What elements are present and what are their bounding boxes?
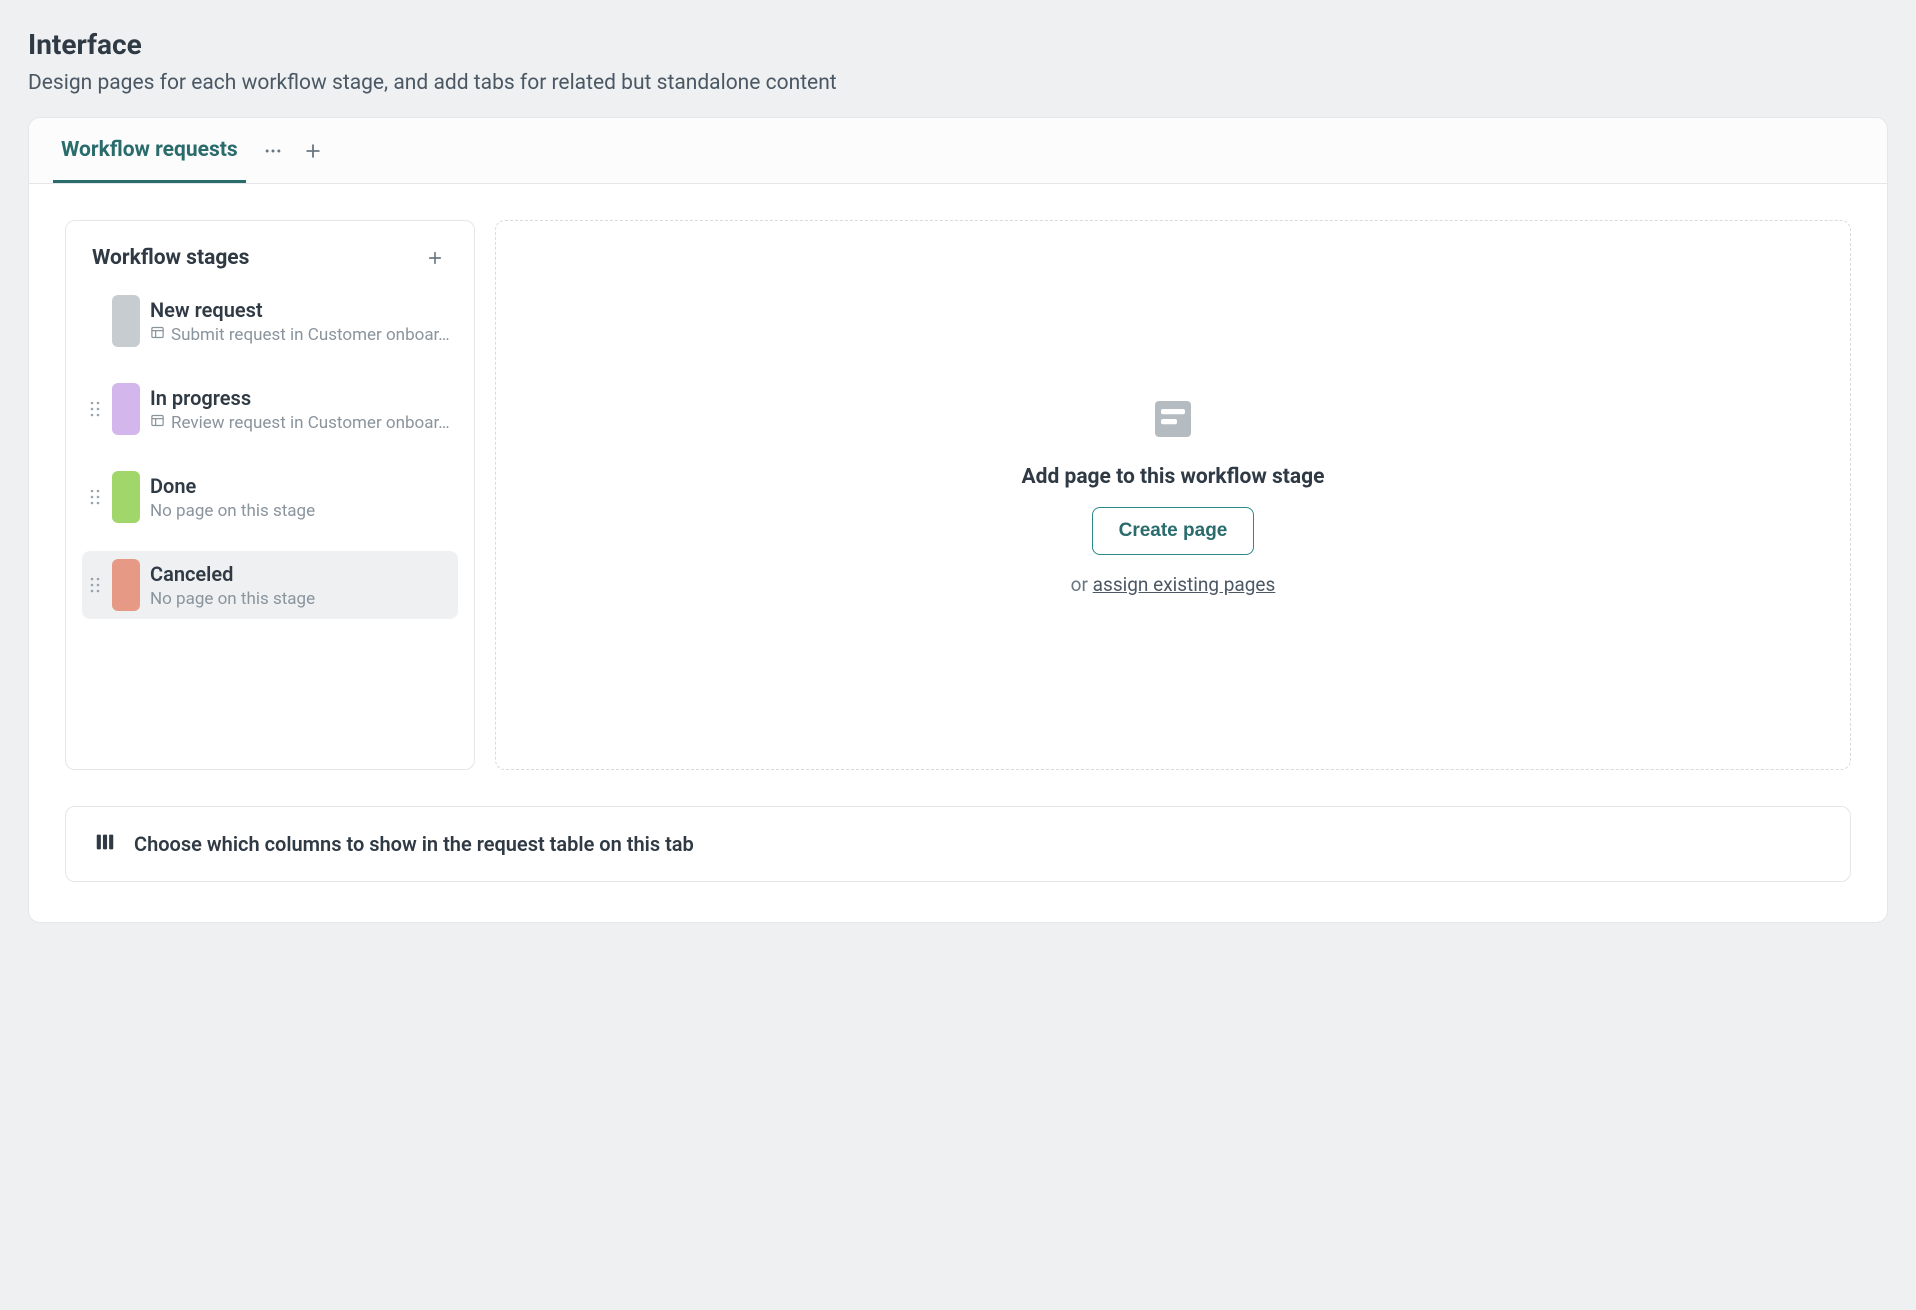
- stages-header: Workflow stages: [82, 245, 458, 287]
- add-tab-button[interactable]: [300, 138, 326, 164]
- stage-subtext: Submit request in Customer onboar…: [150, 325, 452, 345]
- stage-item[interactable]: New requestSubmit request in Customer on…: [82, 287, 458, 355]
- columns-icon: [94, 831, 116, 857]
- stage-detail-panel: Add page to this workflow stage Create p…: [495, 220, 1851, 770]
- form-icon: [150, 413, 165, 433]
- stage-subtext: No page on this stage: [150, 501, 452, 521]
- stage-item[interactable]: DoneNo page on this stage: [82, 463, 458, 531]
- form-icon: [150, 325, 165, 345]
- columns-config-text: Choose which columns to show in the requ…: [134, 832, 694, 856]
- page-icon: [1149, 395, 1197, 447]
- more-horizontal-icon: [263, 141, 283, 161]
- stage-subtext: No page on this stage: [150, 589, 452, 609]
- add-stage-button[interactable]: [422, 245, 448, 271]
- drag-handle-icon[interactable]: [88, 575, 102, 595]
- tab-bar: Workflow requests: [29, 118, 1887, 184]
- drag-handle-icon[interactable]: [88, 487, 102, 507]
- stage-name: In progress: [150, 385, 452, 411]
- create-page-button[interactable]: Create page: [1092, 507, 1255, 555]
- tab-more-button[interactable]: [260, 138, 286, 164]
- stages-title: Workflow stages: [92, 246, 249, 270]
- stage-color-chip: [112, 471, 140, 523]
- assign-existing-row: or assign existing pages: [1071, 573, 1276, 596]
- drag-handle-icon[interactable]: [88, 399, 102, 419]
- stage-name: Canceled: [150, 561, 452, 587]
- interface-card: Workflow requests Workflow stages: [28, 117, 1888, 923]
- stage-sub-label: No page on this stage: [150, 589, 315, 609]
- stage-color-chip: [112, 295, 140, 347]
- stage-name: Done: [150, 473, 452, 499]
- tab-workflow-requests[interactable]: Workflow requests: [53, 118, 246, 183]
- stage-sub-label: No page on this stage: [150, 501, 315, 521]
- plus-icon: [303, 141, 323, 161]
- interface-section: Interface Design pages for each workflow…: [28, 28, 1888, 923]
- columns-config-button[interactable]: Choose which columns to show in the requ…: [65, 806, 1851, 882]
- stages-list: New requestSubmit request in Customer on…: [82, 287, 458, 619]
- stage-color-chip: [112, 383, 140, 435]
- detail-title: Add page to this workflow stage: [1022, 465, 1325, 489]
- stage-text: DoneNo page on this stage: [150, 473, 452, 521]
- stage-sub-label: Submit request in Customer onboar…: [171, 325, 450, 345]
- stage-item[interactable]: In progressReview request in Customer on…: [82, 375, 458, 443]
- stage-name: New request: [150, 297, 452, 323]
- stage-color-chip: [112, 559, 140, 611]
- assign-existing-pages-link[interactable]: assign existing pages: [1093, 573, 1276, 596]
- stage-text: New requestSubmit request in Customer on…: [150, 297, 452, 345]
- plus-icon: [426, 249, 444, 267]
- stage-subtext: Review request in Customer onboar…: [150, 413, 452, 433]
- page-title: Interface: [28, 28, 1888, 61]
- workflow-stages-panel: Workflow stages New requestSubmit reques…: [65, 220, 475, 770]
- page-subtitle: Design pages for each workflow stage, an…: [28, 71, 1888, 95]
- content-area: Workflow stages New requestSubmit reques…: [29, 184, 1887, 806]
- stage-item[interactable]: CanceledNo page on this stage: [82, 551, 458, 619]
- assign-prefix: or: [1071, 573, 1093, 596]
- stage-text: In progressReview request in Customer on…: [150, 385, 452, 433]
- stage-text: CanceledNo page on this stage: [150, 561, 452, 609]
- stage-sub-label: Review request in Customer onboar…: [171, 413, 450, 433]
